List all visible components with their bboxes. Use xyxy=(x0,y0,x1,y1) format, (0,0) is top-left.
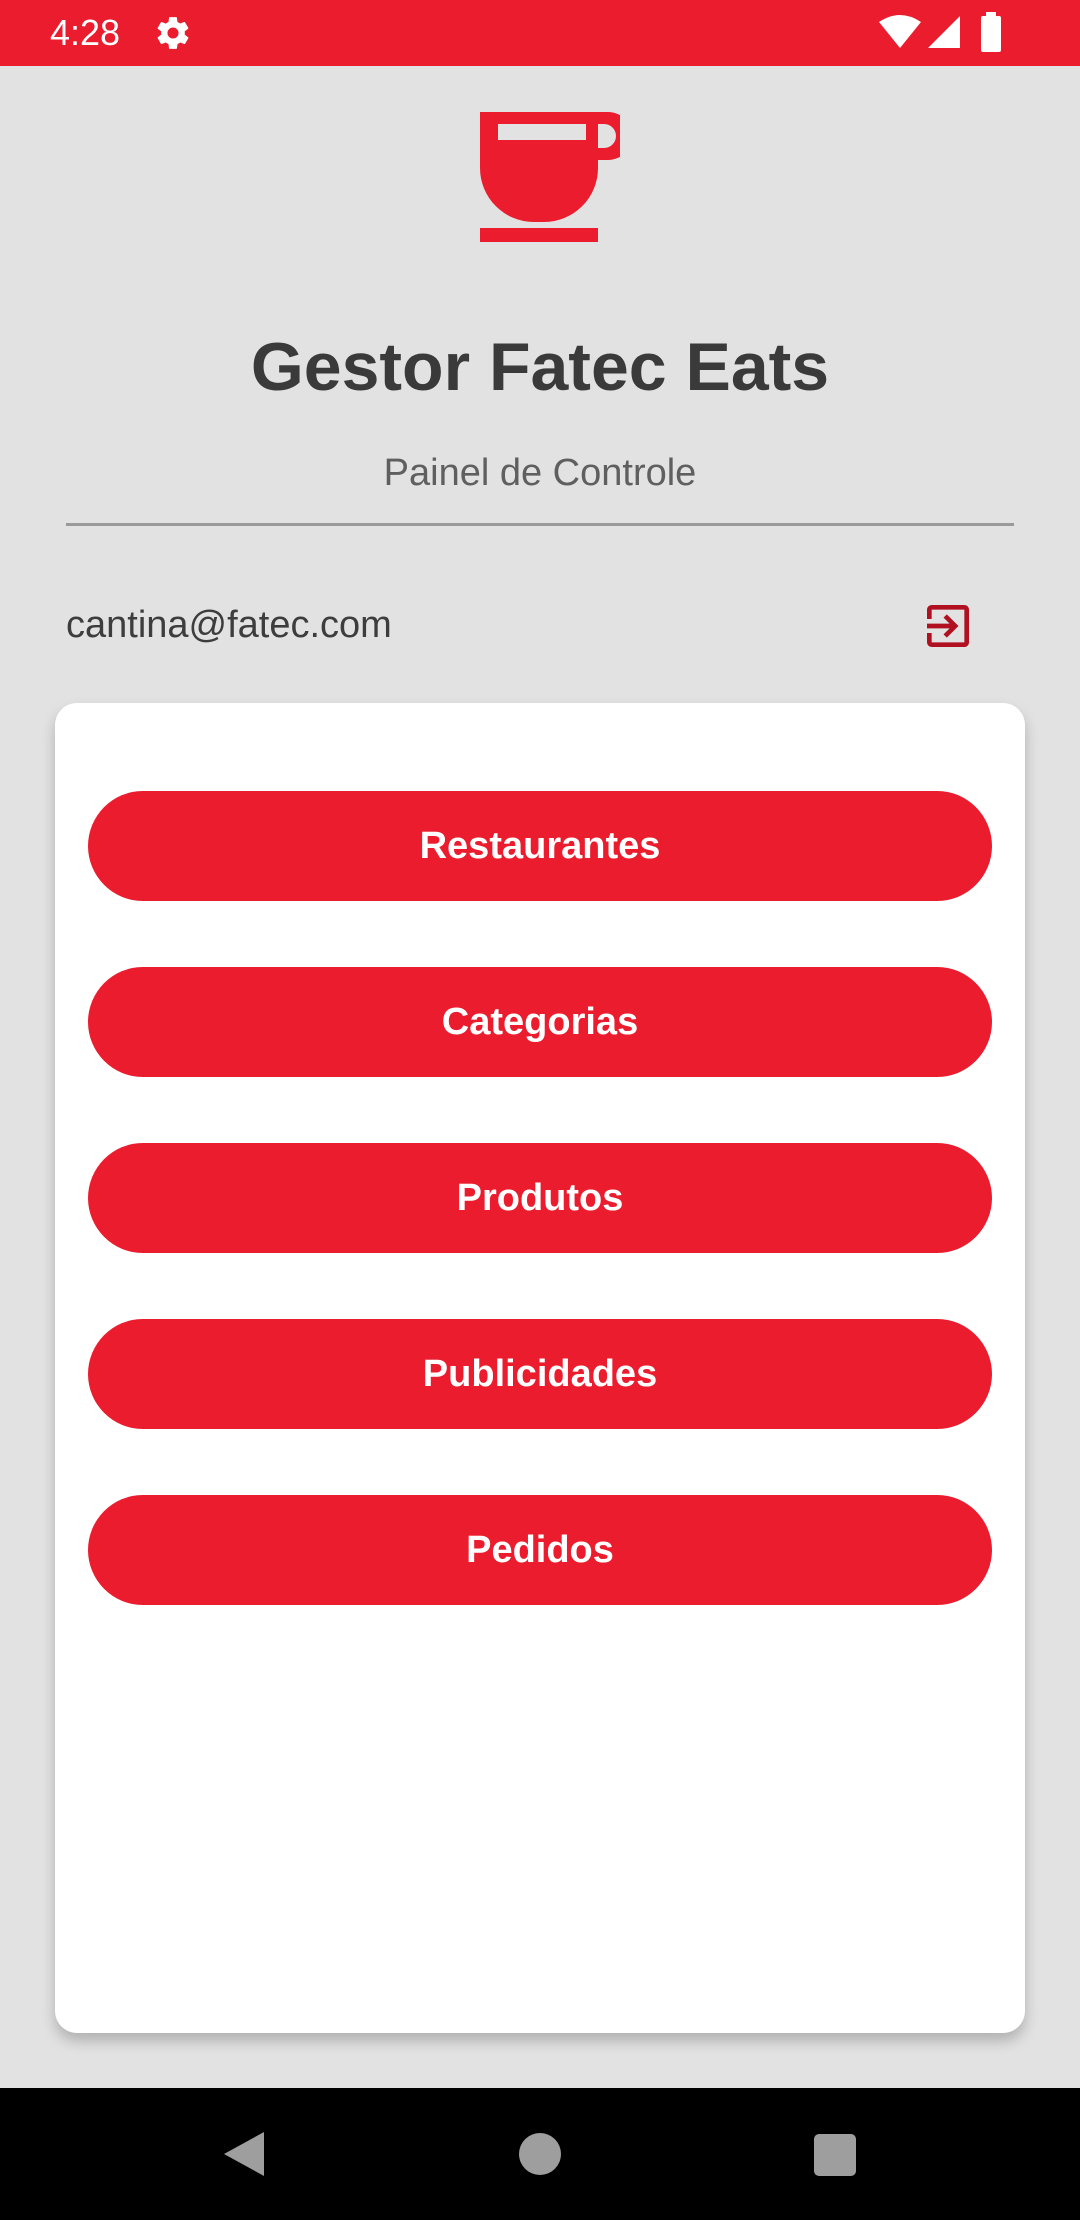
battery-icon xyxy=(981,12,1001,52)
produtos-button[interactable]: Produtos xyxy=(88,1143,992,1253)
logout-icon xyxy=(927,605,969,647)
status-time: 4:28 xyxy=(50,12,121,53)
status-bar: 4:28 xyxy=(0,0,1080,66)
menu-card: Restaurantes Categorias Produtos Publici… xyxy=(55,703,1025,2033)
home-icon[interactable] xyxy=(519,2133,561,2175)
back-icon[interactable] xyxy=(222,2130,266,2178)
recents-icon[interactable] xyxy=(814,2134,856,2176)
divider xyxy=(66,523,1014,526)
gear-icon xyxy=(157,17,189,49)
publicidades-button[interactable]: Publicidades xyxy=(88,1319,992,1429)
signal-icon xyxy=(928,16,960,48)
restaurantes-button[interactable]: Restaurantes xyxy=(88,791,992,901)
coffee-cup-icon xyxy=(480,112,620,242)
navigation-bar xyxy=(0,2088,1080,2220)
wifi-icon xyxy=(879,15,921,48)
pedidos-button[interactable]: Pedidos xyxy=(88,1495,992,1605)
page-subtitle: Painel de Controle xyxy=(383,452,697,494)
app-title: Gestor Fatec Eats xyxy=(250,329,830,405)
user-email: cantina@fatec.com xyxy=(66,604,392,646)
categorias-button[interactable]: Categorias xyxy=(88,967,992,1077)
logout-button[interactable] xyxy=(908,588,988,664)
